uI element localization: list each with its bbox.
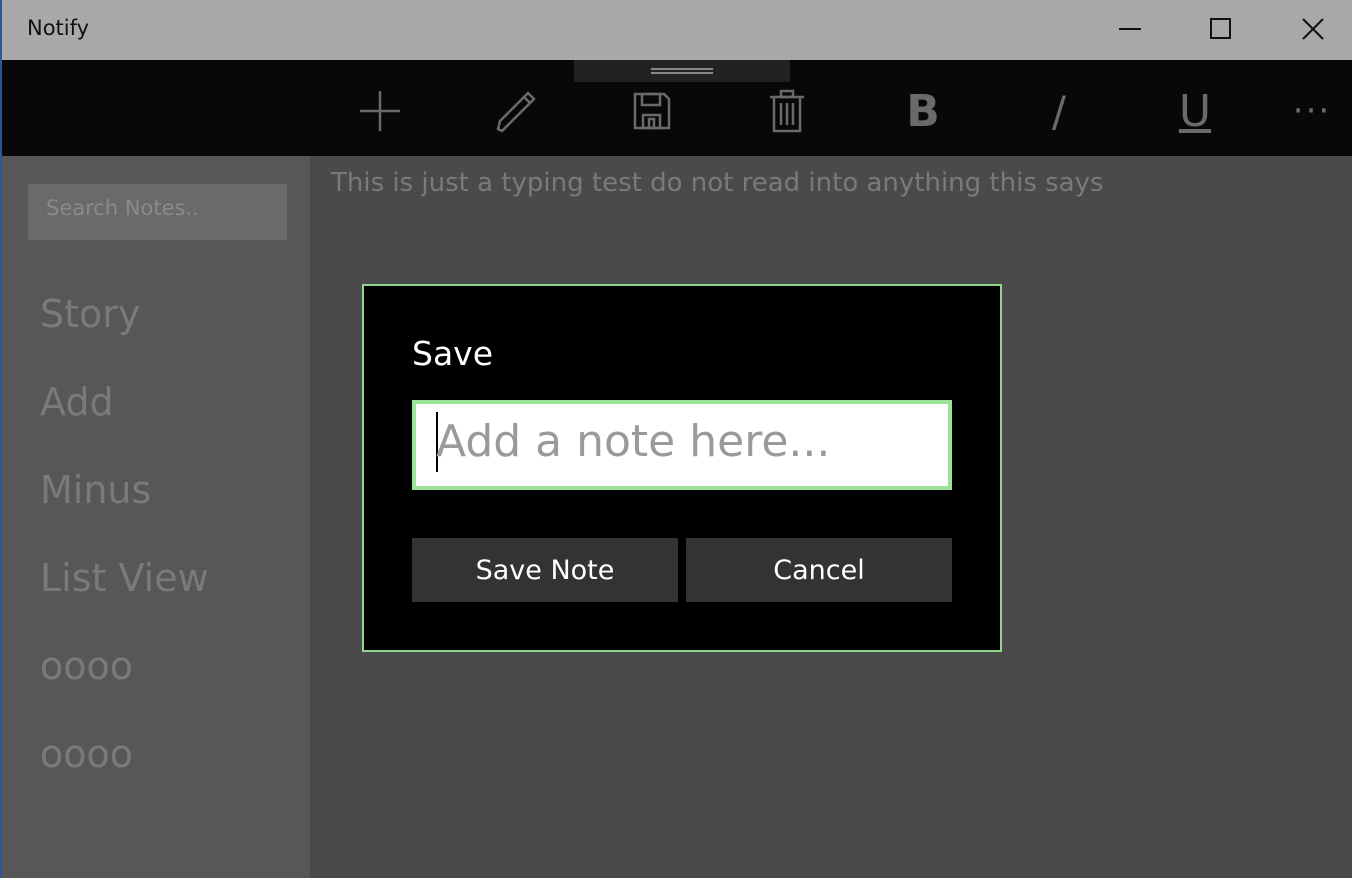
note-item-list-view[interactable]: List View	[40, 556, 209, 600]
minimize-icon	[1119, 28, 1141, 30]
italic-label: /	[1051, 86, 1067, 136]
underline-button[interactable]: U	[1160, 82, 1230, 140]
search-notes-input[interactable]: Search Notes..	[28, 184, 287, 240]
note-item-minus[interactable]: Minus	[40, 468, 151, 512]
plus-icon	[360, 91, 400, 131]
note-item-oooo-2[interactable]: oooo	[40, 732, 133, 776]
note-item-story[interactable]: Story	[40, 292, 140, 336]
italic-button[interactable]: /	[1024, 82, 1094, 140]
minimize-button[interactable]	[1085, 0, 1175, 58]
cancel-button[interactable]: Cancel	[686, 538, 952, 602]
delete-note-button[interactable]	[752, 82, 822, 140]
trash-icon	[770, 89, 804, 133]
more-icon: ···	[1292, 91, 1332, 131]
note-item-add[interactable]: Add	[40, 380, 114, 424]
dialog-title: Save	[412, 334, 494, 373]
note-content[interactable]: This is just a typing test do not read i…	[331, 168, 1104, 198]
save-note-button[interactable]	[617, 82, 687, 140]
command-bar: B / U ···	[2, 60, 1352, 156]
bold-button[interactable]: B	[888, 82, 958, 140]
underline-label: U	[1178, 85, 1212, 137]
notes-sidebar: Search Notes.. Story Add Minus List View…	[2, 156, 310, 878]
close-icon	[1302, 18, 1324, 40]
edit-note-button[interactable]	[481, 82, 551, 140]
drag-handle[interactable]	[574, 60, 790, 82]
pencil-icon	[496, 91, 536, 133]
add-note-button[interactable]	[345, 82, 415, 140]
note-item-oooo-1[interactable]: oooo	[40, 644, 133, 688]
more-options-button[interactable]: ···	[1277, 82, 1347, 140]
close-button[interactable]	[1268, 0, 1352, 58]
save-dialog: Save Add a note here... Save Note Cancel	[362, 284, 1002, 652]
save-note-confirm-button[interactable]: Save Note	[412, 538, 678, 602]
title-bar: Notify	[2, 0, 1352, 60]
maximize-icon	[1210, 18, 1231, 39]
bold-label: B	[906, 85, 940, 137]
app-window: Notify B / U ··· Search Notes.. Story Ad…	[0, 0, 1352, 878]
app-title: Notify	[27, 16, 90, 40]
floppy-disk-icon	[633, 92, 671, 130]
note-name-input[interactable]: Add a note here...	[412, 400, 952, 490]
maximize-button[interactable]	[1176, 0, 1266, 58]
note-input-placeholder: Add a note here...	[436, 416, 831, 467]
